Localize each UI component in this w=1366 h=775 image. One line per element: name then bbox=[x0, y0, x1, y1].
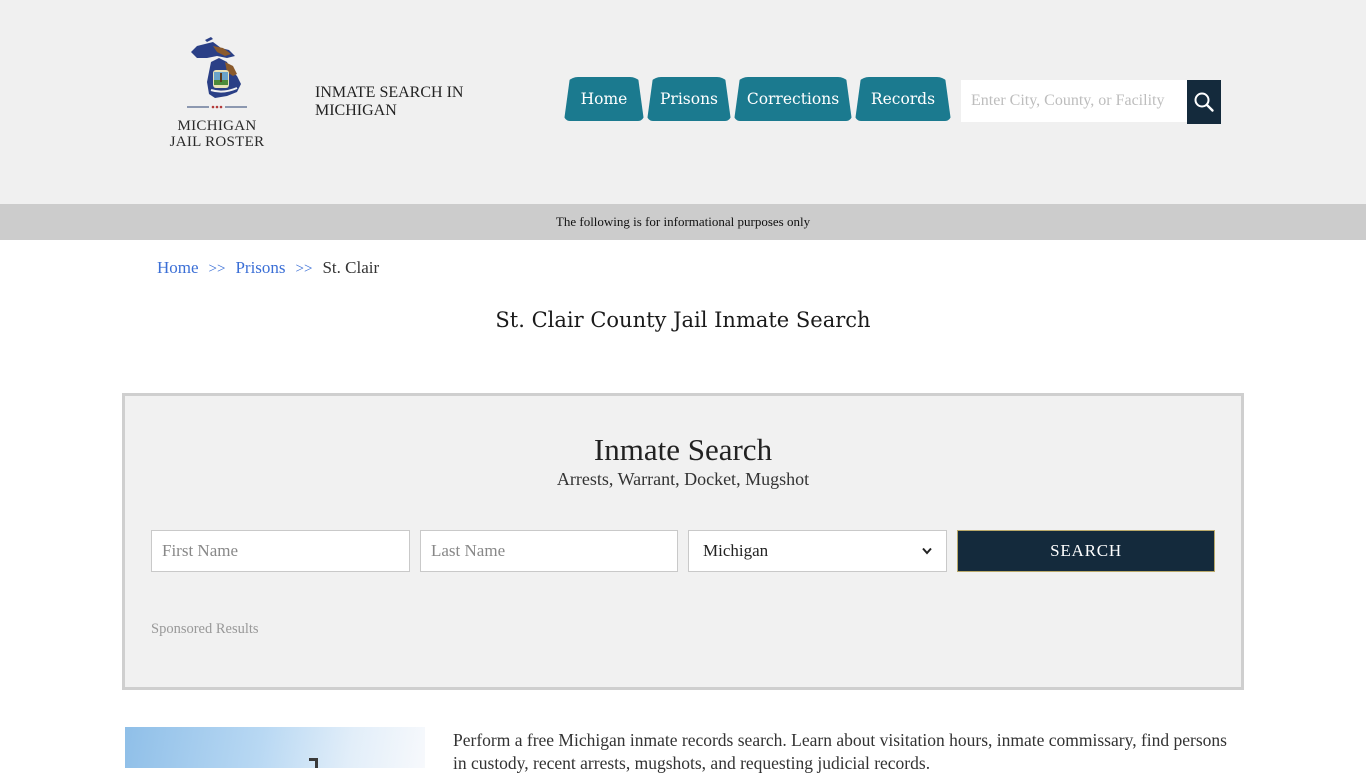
sponsored-results-label: Sponsored Results bbox=[151, 621, 259, 637]
page-title: St. Clair County Jail Inmate Search bbox=[495, 308, 871, 332]
logo-line-2: JAIL ROSTER bbox=[169, 134, 265, 150]
inmate-search-title: Inmate Search bbox=[593, 432, 773, 467]
nav-records-label: Records bbox=[870, 90, 936, 108]
site-header: MICHIGAN JAIL ROSTER INMATE SEARCH IN MI… bbox=[0, 0, 1366, 204]
facility-search-button[interactable] bbox=[1187, 80, 1221, 124]
logo-line-1: MICHIGAN bbox=[177, 118, 257, 134]
nav-home[interactable]: Home bbox=[564, 77, 644, 121]
state-select-value: Michigan bbox=[703, 541, 769, 560]
intro-paragraph: Perform a free Michigan inmate records s… bbox=[453, 730, 1227, 773]
nav-records[interactable]: Records bbox=[855, 77, 951, 121]
michigan-map-icon bbox=[187, 37, 247, 109]
breadcrumb-current: St. Clair bbox=[322, 258, 380, 277]
breadcrumb-separator: >> bbox=[295, 261, 313, 277]
inmate-search-panel: Inmate Search Arrests, Warrant, Docket, … bbox=[122, 393, 1244, 690]
chevron-down-icon bbox=[922, 547, 932, 555]
breadcrumb: Home >> Prisons >> St. Clair bbox=[157, 258, 379, 278]
nav-prisons[interactable]: Prisons bbox=[647, 77, 731, 121]
magnifier-icon bbox=[1194, 92, 1214, 112]
facility-search-input[interactable] bbox=[961, 80, 1187, 122]
site-logo[interactable]: MICHIGAN JAIL ROSTER bbox=[165, 32, 269, 156]
nav-home-label: Home bbox=[580, 90, 628, 108]
breadcrumb-prisons[interactable]: Prisons bbox=[235, 258, 285, 277]
site-tagline: INMATE SEARCH IN MICHIGAN bbox=[315, 84, 464, 119]
last-name-input[interactable] bbox=[420, 530, 678, 572]
first-name-input[interactable] bbox=[151, 530, 410, 572]
logo-text: MICHIGAN JAIL ROSTER bbox=[165, 118, 269, 150]
main-nav: Home Prisons Corrections Records bbox=[564, 77, 954, 121]
nav-prisons-label: Prisons bbox=[659, 90, 719, 108]
jail-photo bbox=[125, 727, 425, 768]
breadcrumb-home[interactable]: Home bbox=[157, 258, 199, 277]
state-select[interactable]: Michigan bbox=[688, 530, 947, 572]
nav-corrections[interactable]: Corrections bbox=[734, 77, 852, 121]
nav-corrections-label: Corrections bbox=[746, 90, 840, 108]
breadcrumb-separator: >> bbox=[208, 261, 226, 277]
inmate-search-button[interactable]: SEARCH bbox=[957, 530, 1215, 572]
lamp-post bbox=[315, 759, 318, 768]
inmate-search-subtitle: Arrests, Warrant, Docket, Mugshot bbox=[556, 469, 810, 489]
info-bar: The following is for informational purpo… bbox=[0, 204, 1366, 240]
